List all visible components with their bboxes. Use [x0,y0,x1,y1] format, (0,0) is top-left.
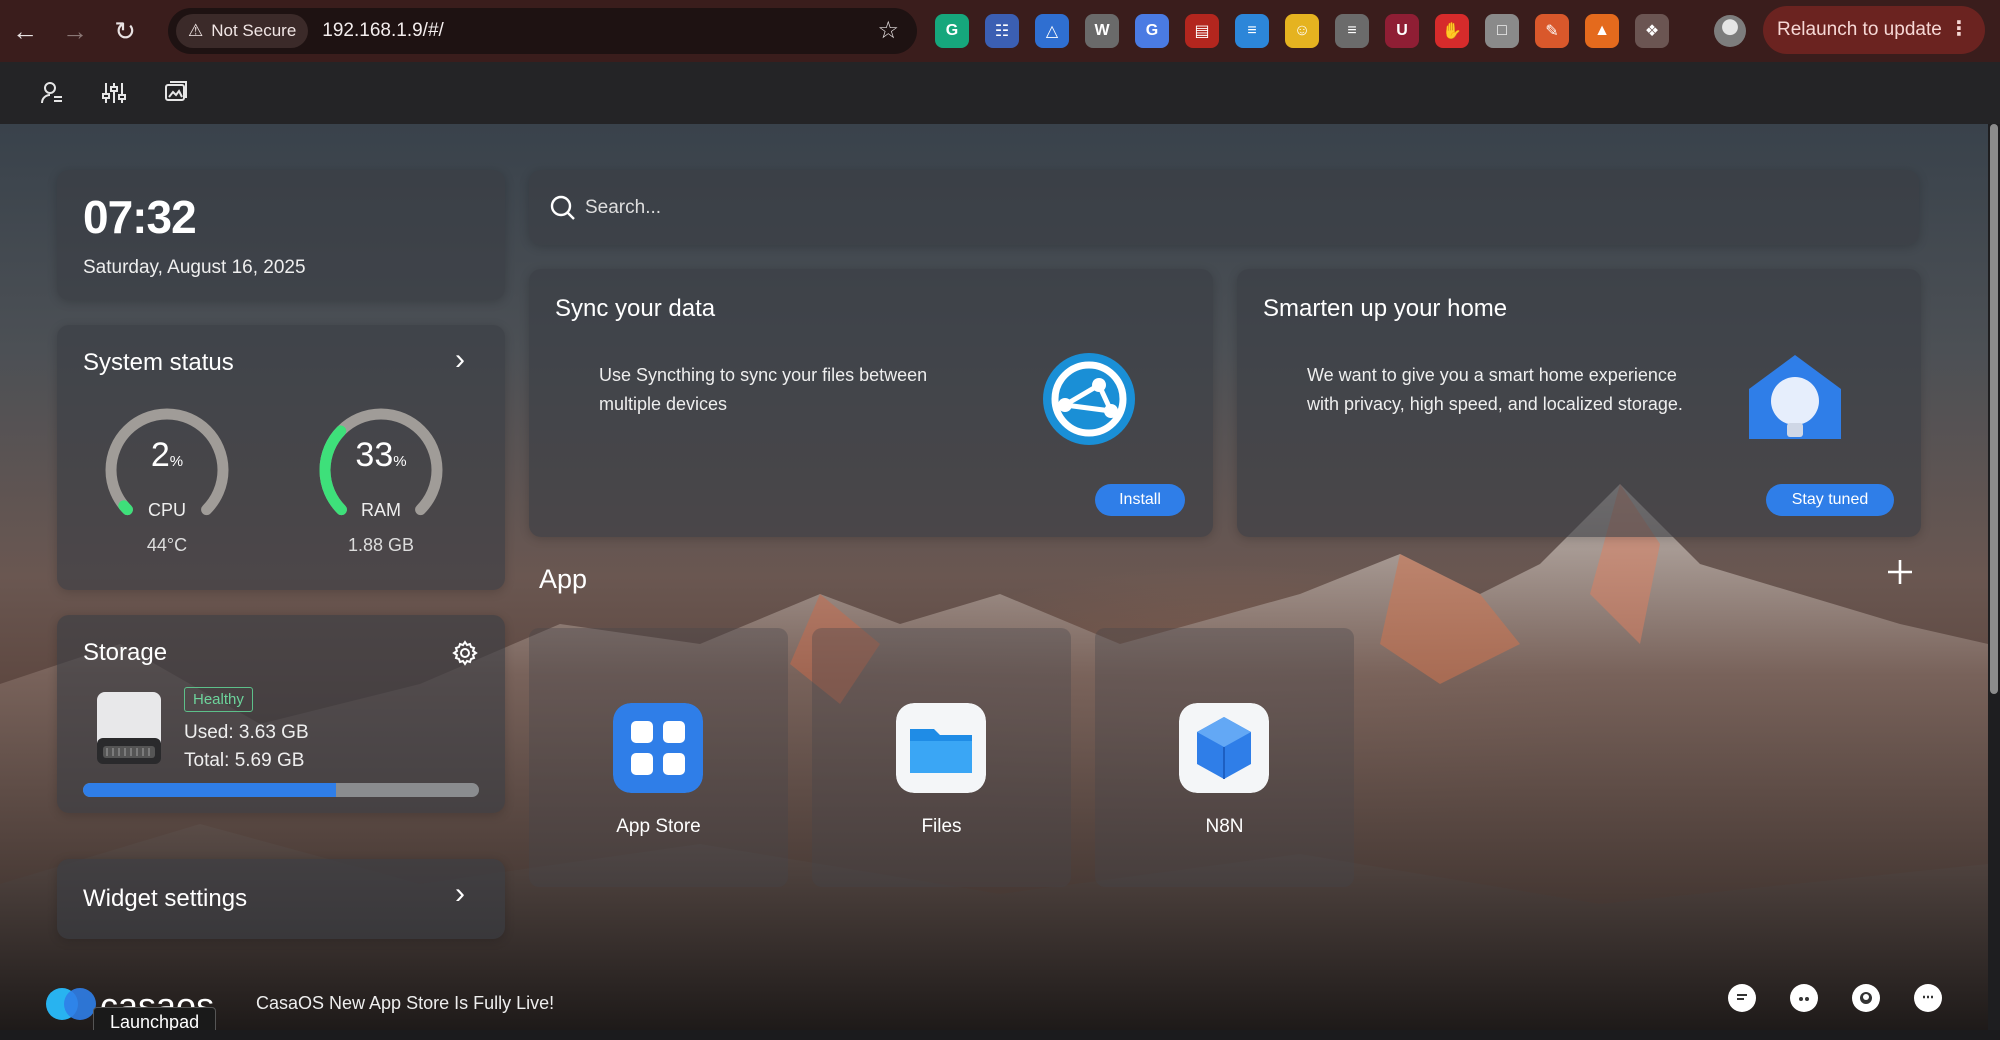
doc-icon[interactable]: □ [1485,14,1519,48]
feedback-icon[interactable] [1914,984,1942,1012]
ram-used: 1.88 GB [347,535,415,555]
triangle-icon[interactable]: △ [1035,14,1069,48]
smart-home-promo-card: Smarten up your home We want to give you… [1237,269,1921,537]
bookmark-star-icon[interactable]: ☆ [877,16,899,45]
system-status-title: System status [83,349,234,376]
ram-label: RAM [361,500,401,520]
bottom-status-strip [0,1030,2000,1040]
clock-widget: 07:32 Saturday, August 16, 2025 [57,170,505,300]
dashboard-background: 07:32 Saturday, August 16, 2025 System s… [0,124,1988,1030]
storage-used: Used: 3.63 GB [184,722,309,743]
search-icon [550,195,575,220]
system-status-widget: System status › 2% CPU 33% RAM 44°C 1.88… [57,325,505,590]
app-tile-files[interactable]: Files [812,628,1071,887]
app-section-heading: App [539,564,588,594]
back-icon[interactable]: ← [0,0,50,62]
sync-promo-title: Sync your data [555,295,716,322]
url-text[interactable]: 192.168.1.9/#/ [322,20,444,42]
footer-links [1728,984,1942,1012]
smart-home-promo-title: Smarten up your home [1263,295,1508,322]
storage-widget: Storage Healthy Used: 3.63 GB Total: 5.6… [57,615,505,813]
stop-hand-icon[interactable]: ✋ [1435,14,1469,48]
search-input[interactable] [585,188,1885,228]
scrollbar-thumb[interactable] [1990,124,1998,694]
news-banner-text[interactable]: CasaOS New App Store Is Fully Live! [256,993,554,1014]
reload-icon[interactable]: ↻ [100,0,150,62]
syncthing-icon [1043,353,1135,445]
chat-icon[interactable] [1728,984,1756,1012]
ram-percent: 33 [355,436,394,474]
translate-grid-icon[interactable]: ☷ [985,14,1019,48]
grammarly-icon[interactable]: G [935,14,969,48]
clock-time: 07:32 [83,191,197,243]
cpu-temperature: 44°C [146,535,188,555]
cpu-unit: % [169,453,184,470]
app-name: Files [921,816,962,837]
chevron-right-icon[interactable]: › [455,877,465,911]
widget-settings-title: Widget settings [83,885,248,912]
health-badge: Healthy [184,687,253,712]
google-translate-icon[interactable]: G [1135,14,1169,48]
puzzle-icon[interactable]: ❖ [1635,14,1669,48]
relaunch-button[interactable]: Relaunch to update ⋮ [1763,6,1985,54]
files-folder-icon [896,703,986,793]
security-chip[interactable]: ⚠ Not Secure [176,14,309,48]
ram-unit: % [393,453,407,470]
top-toolbar [0,62,2000,124]
storage-usage-fill [83,783,337,797]
storage-title: Storage [83,639,168,666]
security-label: Not Secure [211,21,297,40]
add-app-icon[interactable] [1884,556,1916,588]
cpu-gauge: 2% CPU [97,400,237,540]
launchpad-tooltip: Launchpad [93,1007,217,1030]
fox-icon[interactable]: ▲ [1585,14,1619,48]
app-name: N8N [1205,816,1244,837]
pen-icon[interactable]: ✎ [1535,14,1569,48]
app-tile-app-store[interactable]: App Store [529,628,788,887]
app-store-icon [613,703,703,793]
stay-tuned-button[interactable]: Stay tuned [1766,484,1894,516]
flow-icon[interactable]: ≡ [1235,14,1269,48]
widget-settings-button[interactable]: Widget settings › [57,859,505,939]
sync-promo-description: Use Syncthing to sync your files between… [599,365,928,414]
page-scrollbar[interactable] [1988,124,2000,1030]
storage-usage-bar [83,783,479,797]
ublock-icon[interactable]: U [1385,14,1419,48]
hard-drive-icon [97,692,161,764]
sync-promo-card: Sync your data Use Syncthing to sync you… [529,269,1213,537]
github-icon[interactable] [1852,984,1880,1012]
chevron-right-icon[interactable]: › [455,343,465,377]
warning-icon: ⚠ [188,21,204,40]
app-tile-n8n[interactable]: N8N [1095,628,1354,887]
profile-avatar[interactable] [1714,15,1746,47]
storage-total: Total: 5.69 GB [184,750,305,771]
smart-home-promo-description: We want to give you a smart home experie… [1307,365,1683,414]
install-button[interactable]: Install [1095,484,1185,516]
more-menu-icon[interactable]: ⋮ [1949,16,1969,41]
w-icon[interactable]: W [1085,14,1119,48]
app-name: App Store [616,816,701,837]
database-icon[interactable]: ≡ [1335,14,1369,48]
clock-date: Saturday, August 16, 2025 [83,257,306,278]
discord-icon[interactable] [1790,984,1818,1012]
relaunch-label: Relaunch to update [1777,19,1942,40]
address-bar[interactable]: ⚠ Not Secure 192.168.1.9/#/ ☆ [168,8,917,54]
search-bar [529,170,1919,245]
pdf-icon[interactable]: ▤ [1185,14,1219,48]
browser-toolbar: ← → ↻ ⚠ Not Secure 192.168.1.9/#/ ☆ G ☷ △ W… [0,0,2000,62]
extensions-bar: G ☷ △ W G ▤ ≡ ☺ ≡ U ✋ □ ✎ ▲ ❖ [935,14,1669,48]
cpu-percent: 2 [150,436,170,474]
forward-icon[interactable]: → [50,0,100,62]
account-icon[interactable] [36,77,68,109]
smart-home-icon [1749,355,1841,439]
ram-gauge: 33% RAM [311,400,451,540]
face-icon[interactable]: ☺ [1285,14,1319,48]
settings-sliders-icon[interactable] [98,77,130,109]
gear-icon[interactable] [451,639,479,667]
cpu-value: 2% [97,436,237,475]
gallery-icon[interactable] [160,77,192,109]
n8n-cube-icon [1179,703,1269,793]
cpu-label: CPU [147,500,186,520]
ram-value: 33% [311,436,451,475]
